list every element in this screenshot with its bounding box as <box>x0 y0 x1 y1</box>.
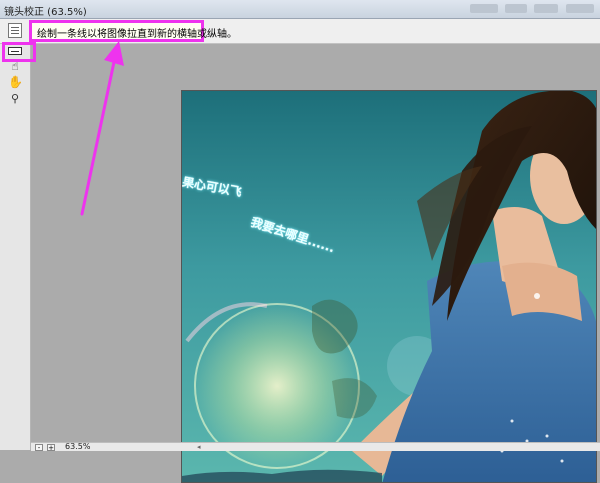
hint-highlight-box: 绘制一条线以将图像拉直到新的横轴或纵轴。 <box>29 20 237 42</box>
blurred-control <box>534 4 558 13</box>
blurred-control <box>505 4 527 13</box>
straighten-tool-highlight <box>2 42 36 62</box>
magnifier-icon[interactable]: ⚲ <box>8 93 22 105</box>
photo-illustration <box>182 91 596 482</box>
window-title-bar: 镜头校正 (63.5%) <box>0 0 600 19</box>
canvas-area[interactable]: 果心可以飞 我要去哪里...... <box>31 44 600 483</box>
hand-icon[interactable]: ✋ <box>8 76 23 88</box>
tool-preset-icon[interactable] <box>8 23 22 38</box>
blurred-control <box>566 4 594 13</box>
tool-hint-text: 绘制一条线以将图像拉直到新的横轴或纵轴。 <box>37 29 237 40</box>
preview-photo[interactable]: 果心可以飞 我要去哪里...... <box>181 90 597 483</box>
blurred-control <box>470 4 498 13</box>
window-title: 镜头校正 (63.5%) <box>4 7 87 18</box>
